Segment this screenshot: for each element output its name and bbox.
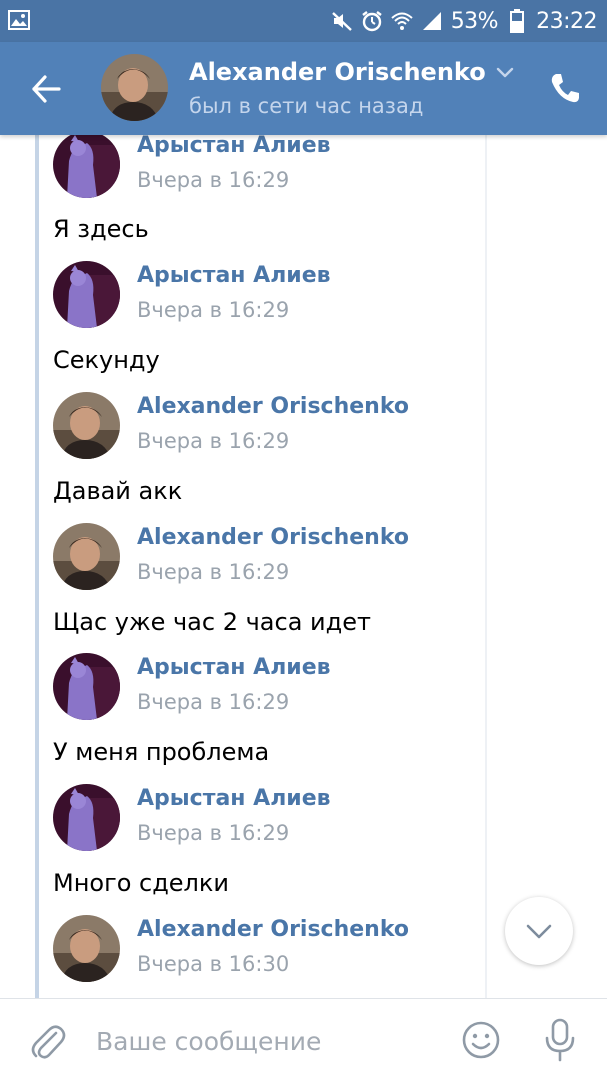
contact-status: был в сети час назад (189, 94, 424, 118)
message-time: Вчера в 16:29 (137, 298, 290, 322)
message-text: Секунду (53, 346, 160, 374)
contact-name[interactable]: Alexander Orischenko (189, 58, 486, 86)
message-header: Alexander Orischenko Вчера в 16:29 (53, 523, 473, 590)
phone-icon (551, 74, 579, 103)
smiley-icon (462, 1021, 500, 1059)
avatar[interactable] (53, 915, 120, 982)
contact-avatar[interactable] (101, 54, 168, 121)
avatar[interactable] (53, 784, 120, 851)
avatar[interactable] (53, 523, 120, 590)
scroll-down-button[interactable] (505, 897, 573, 965)
message-text: Давай акк (53, 477, 183, 505)
battery-percent: 53% (450, 8, 499, 34)
gallery-icon (8, 9, 30, 31)
signal-icon (421, 10, 443, 32)
message-input[interactable] (96, 1019, 436, 1063)
emoji-button[interactable] (461, 1020, 501, 1060)
paperclip-icon (31, 1025, 66, 1059)
avatar[interactable] (53, 261, 120, 328)
message-text: У меня проблема (53, 738, 270, 766)
message-author[interactable]: Alexander Orischenko (137, 917, 409, 942)
message-time: Вчера в 16:29 (137, 821, 290, 845)
back-button[interactable] (26, 69, 66, 109)
forwarded-messages-bar (35, 135, 39, 998)
voice-message-button[interactable] (542, 1017, 578, 1063)
wifi-icon (391, 10, 413, 32)
attach-button[interactable] (28, 1019, 68, 1063)
chevron-down-icon (526, 924, 552, 939)
message-header: Арыстан Алиев Вчера в 16:29 (53, 784, 473, 851)
avatar[interactable] (53, 653, 120, 720)
message-time: Вчера в 16:29 (137, 429, 290, 453)
message-list[interactable]: Арыстан Алиев Вчера в 16:29 Я здесь Арыс… (0, 135, 607, 998)
message-author[interactable]: Арыстан Алиев (137, 135, 331, 158)
message-header: Alexander Orischenko Вчера в 16:29 (53, 392, 473, 459)
message-header: Арыстан Алиев Вчера в 16:29 (53, 261, 473, 328)
clock: 23:22 (536, 8, 597, 34)
status-bar: 53% 23:22 (0, 0, 607, 42)
message-author[interactable]: Alexander Orischenko (137, 394, 409, 419)
message-author[interactable]: Арыстан Алиев (137, 655, 331, 680)
call-button[interactable] (547, 70, 583, 106)
message-header: Арыстан Алиев Вчера в 16:29 (53, 653, 473, 720)
message-author[interactable]: Арыстан Алиев (137, 263, 331, 288)
chevron-down-icon[interactable] (494, 61, 516, 83)
arrow-left-icon (32, 75, 61, 103)
message-time: Вчера в 16:29 (137, 560, 290, 584)
message-time: Вчера в 16:29 (137, 690, 290, 714)
message-text: Много сделки (53, 869, 229, 897)
message-time: Вчера в 16:30 (137, 952, 290, 976)
battery-icon (506, 9, 528, 33)
chat-header: Alexander Orischenko был в сети час наза… (0, 42, 607, 135)
message-header: Арыстан Алиев Вчера в 16:29 (53, 135, 473, 198)
mute-icon (331, 10, 353, 32)
message-author[interactable]: Alexander Orischenko (137, 525, 409, 550)
composer (0, 998, 607, 1080)
forwarded-messages-border (485, 135, 487, 998)
avatar[interactable] (53, 392, 120, 459)
avatar[interactable] (53, 135, 120, 198)
microphone-icon (545, 1018, 575, 1062)
message-author[interactable]: Арыстан Алиев (137, 786, 331, 811)
message-text: Щас уже час 2 часа идет (53, 608, 371, 636)
message-header: Alexander Orischenko Вчера в 16:30 (53, 915, 473, 982)
message-text: Я здесь (53, 215, 149, 243)
alarm-icon (361, 10, 383, 32)
message-time: Вчера в 16:29 (137, 168, 290, 192)
